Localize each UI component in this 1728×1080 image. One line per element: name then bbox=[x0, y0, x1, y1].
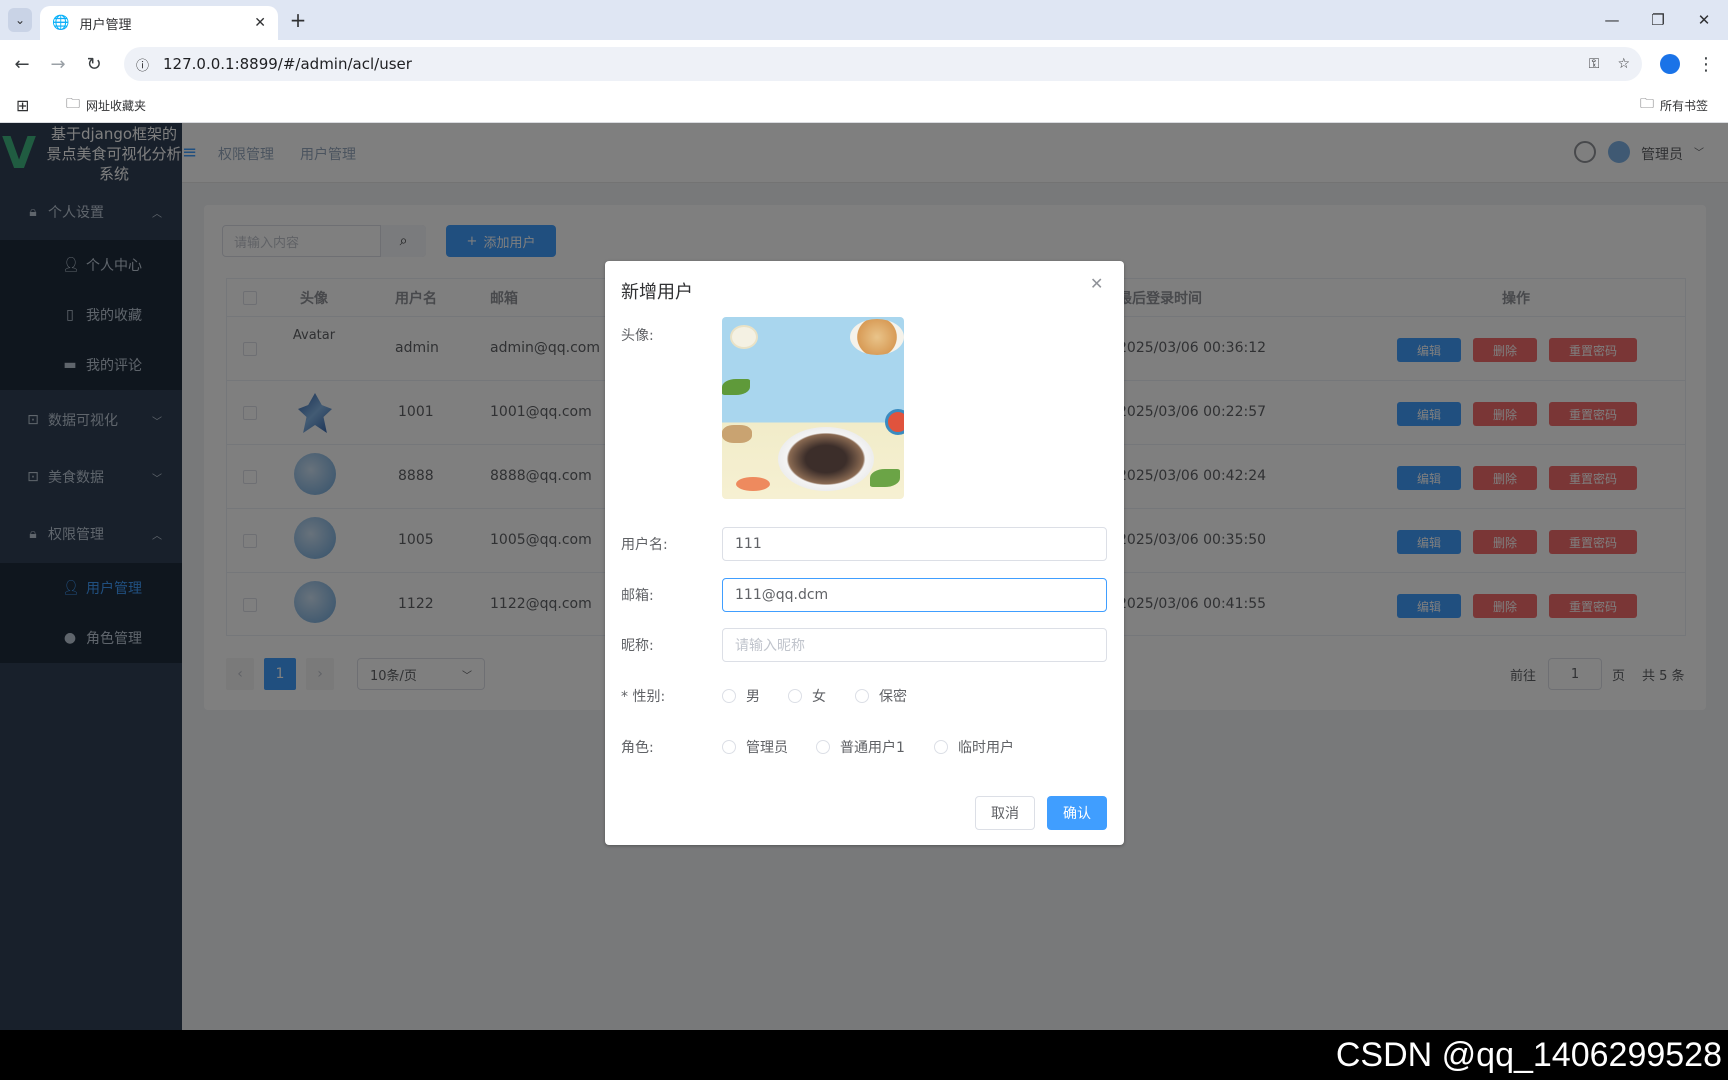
username-label: 用户名: bbox=[621, 537, 668, 553]
close-window-button[interactable]: ✕ bbox=[1686, 6, 1722, 34]
new-tab-button[interactable]: + bbox=[286, 8, 310, 32]
radio-button[interactable] bbox=[722, 740, 736, 754]
radio-button[interactable] bbox=[788, 689, 802, 703]
cancel-button[interactable]: 取消 bbox=[975, 796, 1035, 830]
minimize-button[interactable]: — bbox=[1594, 6, 1630, 34]
bookmark-folder-label: 网址收藏夹 bbox=[86, 98, 147, 113]
radio-button[interactable] bbox=[722, 689, 736, 703]
role-option-normal[interactable]: 普通用户1 bbox=[816, 737, 905, 757]
email-label: 邮箱: bbox=[621, 588, 654, 604]
url-text[interactable]: 127.0.0.1:8899/#/admin/acl/user bbox=[163, 55, 412, 73]
shrimp-image bbox=[736, 477, 770, 491]
food-plate-image bbox=[730, 325, 758, 349]
role-label: 角色: bbox=[621, 740, 654, 756]
dialog-title: 新增用户 bbox=[621, 282, 693, 303]
avatar-label: 头像: bbox=[621, 328, 654, 344]
leaf-image bbox=[722, 379, 750, 395]
radio-button[interactable] bbox=[816, 740, 830, 754]
radio-label: 管理员 bbox=[746, 740, 788, 756]
folder-icon: 🗀 bbox=[66, 96, 80, 112]
reload-icon[interactable]: ↻ bbox=[80, 50, 108, 78]
nickname-label: 昵称: bbox=[621, 638, 654, 654]
watermark: CSDN @qq_1406299528 bbox=[1335, 1035, 1722, 1074]
folder-icon: 🗀 bbox=[1640, 96, 1654, 112]
username-input[interactable]: 111 bbox=[722, 527, 1107, 561]
gender-option-male[interactable]: 男 bbox=[722, 686, 760, 706]
tab-search-button[interactable]: ⌄ bbox=[8, 8, 32, 32]
gender-label: * 性别: bbox=[621, 689, 666, 705]
radio-button[interactable] bbox=[855, 689, 869, 703]
bookmarks-bar bbox=[0, 88, 1728, 123]
radio-button[interactable] bbox=[934, 740, 948, 754]
all-bookmarks-label: 所有书签 bbox=[1660, 98, 1709, 113]
radio-label: 临时用户 bbox=[958, 740, 1014, 756]
confirm-button[interactable]: 确认 bbox=[1047, 796, 1107, 830]
radio-label: 女 bbox=[812, 689, 826, 705]
leaf-image bbox=[870, 469, 900, 487]
site-info-icon[interactable]: ⓘ bbox=[136, 55, 149, 74]
role-option-temp[interactable]: 临时用户 bbox=[934, 737, 1014, 757]
address-bar[interactable]: ⓘ 127.0.0.1:8899/#/admin/acl/user ⚿ ☆ bbox=[124, 47, 1642, 81]
chevron-down-icon: ⌄ bbox=[14, 13, 26, 27]
browser-tab[interactable]: 🌐 用户管理 ✕ bbox=[40, 6, 278, 40]
role-option-admin[interactable]: 管理员 bbox=[722, 737, 788, 757]
food-image bbox=[722, 425, 752, 443]
bookmark-folder[interactable]: 🗀 网址收藏夹 bbox=[66, 92, 146, 118]
gender-option-female[interactable]: 女 bbox=[788, 686, 826, 706]
globe-icon: 🌐 bbox=[52, 15, 70, 31]
close-icon[interactable]: ✕ bbox=[1090, 274, 1103, 293]
star-icon[interactable]: ☆ bbox=[1617, 56, 1630, 72]
avatar-uploader[interactable] bbox=[722, 317, 904, 499]
radio-label: 普通用户1 bbox=[840, 740, 905, 756]
restore-button[interactable]: ❐ bbox=[1640, 6, 1676, 34]
close-tab-icon[interactable]: ✕ bbox=[254, 15, 266, 31]
email-input[interactable]: 111@qq.dcm bbox=[722, 578, 1107, 612]
gender-option-secret[interactable]: 保密 bbox=[855, 686, 907, 706]
tab-title: 用户管理 bbox=[79, 17, 132, 33]
radio-label: 男 bbox=[746, 689, 760, 705]
profile-icon[interactable] bbox=[1656, 50, 1684, 78]
apps-icon[interactable]: ⊞ bbox=[16, 92, 29, 118]
all-bookmarks[interactable]: 🗀 所有书签 bbox=[1640, 92, 1708, 118]
nickname-input[interactable]: 请输入昵称 bbox=[722, 628, 1107, 662]
radio-label: 保密 bbox=[879, 689, 907, 705]
food-plate-image bbox=[885, 409, 904, 435]
back-icon[interactable]: ← bbox=[8, 50, 36, 78]
seafood-plate-image bbox=[778, 427, 874, 491]
forward-icon[interactable]: → bbox=[44, 50, 72, 78]
menu-icon[interactable]: ⋮ bbox=[1692, 50, 1720, 78]
food-plate-image bbox=[850, 319, 904, 355]
key-icon[interactable]: ⚿ bbox=[1589, 56, 1600, 72]
